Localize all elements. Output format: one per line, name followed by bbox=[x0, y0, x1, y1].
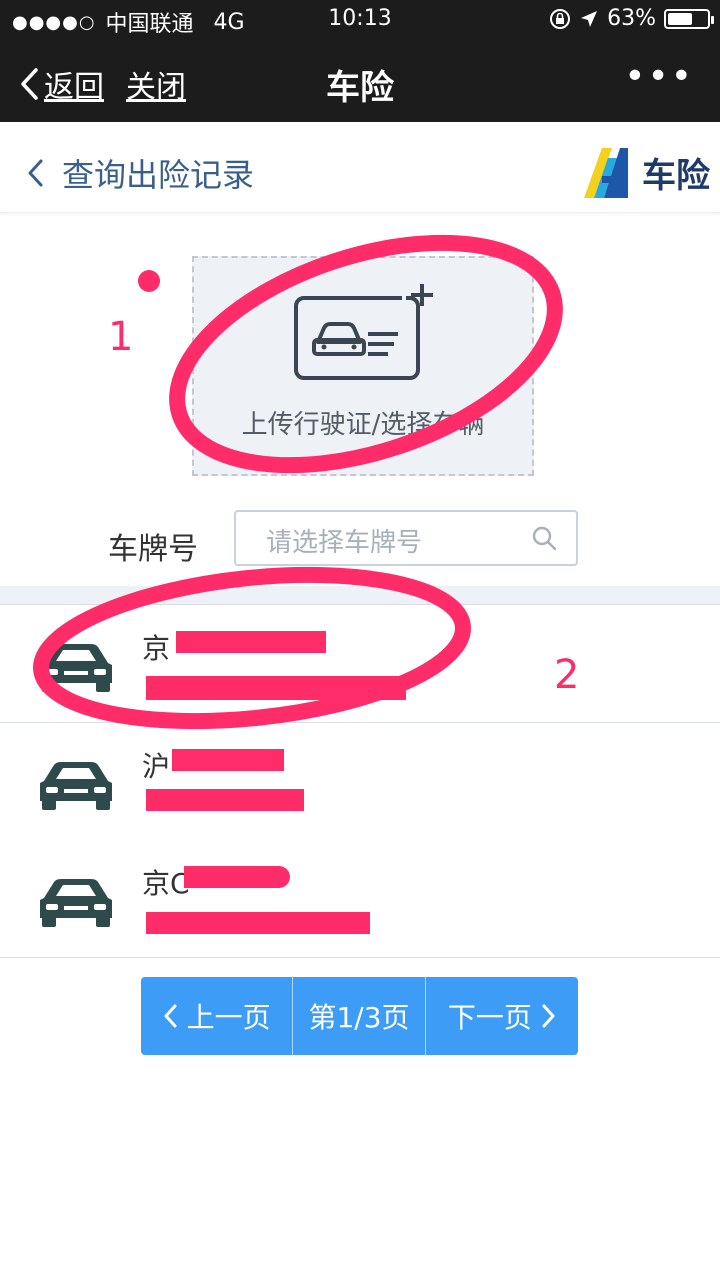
redaction-bar bbox=[184, 866, 290, 888]
vehicle-row[interactable]: 京C bbox=[0, 840, 720, 958]
nav-bar: 返回 关闭 车险 ••• bbox=[0, 40, 720, 122]
car-icon bbox=[40, 644, 112, 692]
plate-number-placeholder: 请选择车牌号 bbox=[266, 528, 423, 558]
vehicle-license-add-icon bbox=[294, 284, 433, 380]
annotation-marker-2: 2 bbox=[554, 652, 580, 698]
vehicle-row[interactable]: 京 bbox=[0, 605, 720, 723]
chevron-right-icon bbox=[542, 1004, 555, 1028]
redaction-bar bbox=[172, 749, 284, 771]
query-claims-back-button[interactable]: 查询出险记录 bbox=[26, 150, 254, 196]
page-title: 查询出险记录 bbox=[62, 156, 255, 194]
car-icon bbox=[40, 762, 112, 810]
nav-title: 车险 bbox=[326, 68, 394, 108]
brand-name: 车险 bbox=[642, 155, 710, 196]
brand-logo: 车险 bbox=[580, 144, 710, 200]
more-options-button[interactable]: ••• bbox=[624, 56, 694, 97]
vehicle-plate: 沪 bbox=[142, 750, 171, 783]
chevron-left-icon bbox=[164, 1004, 177, 1028]
chevron-left-icon bbox=[28, 159, 43, 187]
battery-percent: 63% bbox=[607, 6, 656, 31]
location-arrow-icon bbox=[581, 10, 598, 27]
redaction-bar bbox=[146, 789, 304, 811]
search-icon bbox=[532, 526, 557, 551]
rotation-lock-icon bbox=[550, 8, 571, 29]
sub-header: 查询出险记录 车险 bbox=[0, 122, 720, 213]
pagination: 上一页 第1/3页 下一页 bbox=[141, 977, 578, 1055]
annotation-marker-1: 1 bbox=[108, 314, 134, 360]
section-divider bbox=[0, 586, 720, 605]
redaction-bar bbox=[146, 912, 370, 934]
required-dot bbox=[138, 270, 160, 292]
prev-page-button[interactable]: 上一页 bbox=[141, 977, 292, 1055]
status-time: 10:13 bbox=[328, 6, 392, 31]
upload-license-button[interactable]: 上传行驶证/选择车辆 bbox=[192, 256, 534, 476]
upload-license-label: 上传行驶证/选择车辆 bbox=[241, 410, 485, 440]
status-bar: ●●●●○ 中国联通 4G 10:13 63% bbox=[0, 0, 720, 40]
next-page-label: 下一页 bbox=[447, 1001, 532, 1034]
next-page-button[interactable]: 下一页 bbox=[424, 977, 578, 1055]
battery-icon bbox=[664, 8, 714, 29]
vehicle-plate: 京C bbox=[142, 867, 190, 900]
vehicle-plate: 京 bbox=[142, 632, 171, 665]
redaction-bar bbox=[146, 676, 406, 700]
brand-a-logo-icon bbox=[584, 148, 628, 198]
plate-number-label: 车牌号 bbox=[108, 532, 198, 567]
vehicle-row[interactable]: 沪 bbox=[0, 723, 720, 841]
car-icon bbox=[40, 879, 112, 927]
page-indicator: 第1/3页 bbox=[292, 977, 424, 1055]
redaction-bar bbox=[176, 631, 326, 653]
prev-page-label: 上一页 bbox=[186, 1001, 271, 1034]
plate-number-input[interactable]: 请选择车牌号 bbox=[234, 510, 578, 566]
